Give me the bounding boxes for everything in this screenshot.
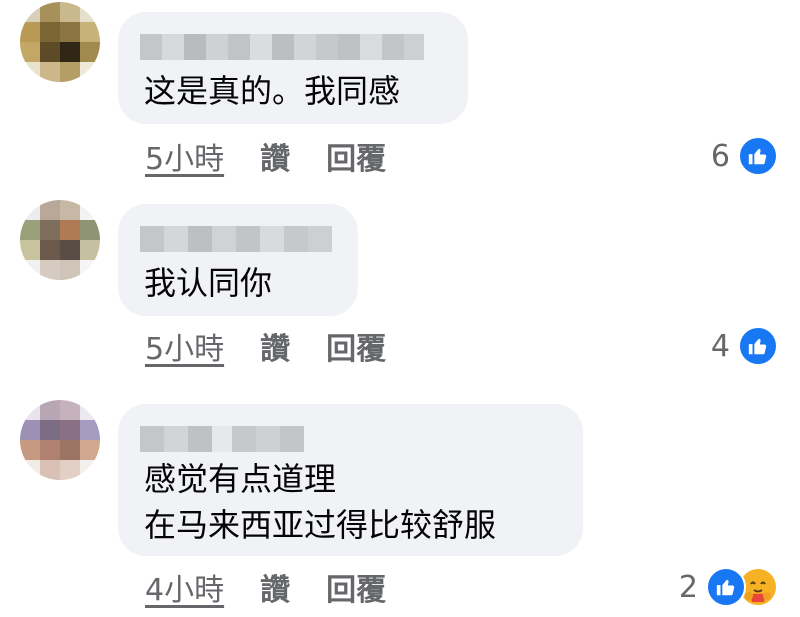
comment-actions: 5小時 讚 回覆 xyxy=(145,324,386,368)
like-icon xyxy=(738,326,778,366)
reply-button[interactable]: 回覆 xyxy=(326,134,386,178)
author-name[interactable] xyxy=(140,426,304,452)
comment-3: 感觉有点道理 在马来西亚过得比较舒服 4小時 讚 回覆 2 xyxy=(0,390,800,617)
timestamp-link[interactable]: 4小時 xyxy=(145,565,224,609)
reaction-summary[interactable]: 4 xyxy=(711,326,778,366)
comment-text: 感觉有点道理 在马来西亚过得比较舒服 xyxy=(144,460,497,544)
avatar[interactable] xyxy=(20,200,100,280)
comment-bubble: 感觉有点道理 在马来西亚过得比较舒服 xyxy=(118,404,583,556)
like-icon xyxy=(706,567,746,607)
like-button[interactable]: 讚 xyxy=(260,565,290,609)
comment-bubble: 这是真的。我同感 xyxy=(118,12,468,124)
reaction-summary[interactable]: 6 xyxy=(711,136,778,176)
reaction-count: 2 xyxy=(678,569,698,605)
avatar[interactable] xyxy=(20,2,100,82)
comment-1: 这是真的。我同感 5小時 讚 回覆 6 xyxy=(0,0,800,200)
like-button[interactable]: 讚 xyxy=(260,134,290,178)
like-icon xyxy=(738,136,778,176)
author-name[interactable] xyxy=(140,34,424,60)
comment-actions: 4小時 讚 回覆 xyxy=(145,565,386,609)
reaction-summary[interactable]: 2 xyxy=(679,567,778,607)
timestamp-link[interactable]: 5小時 xyxy=(145,324,224,368)
reply-button[interactable]: 回覆 xyxy=(326,324,386,368)
comment-actions: 5小時 讚 回覆 xyxy=(145,134,386,178)
avatar[interactable] xyxy=(20,400,100,480)
reply-button[interactable]: 回覆 xyxy=(326,565,386,609)
like-button[interactable]: 讚 xyxy=(260,324,290,368)
comment-bubble: 我认同你 xyxy=(118,204,358,316)
timestamp-link[interactable]: 5小時 xyxy=(145,134,224,178)
reaction-count: 6 xyxy=(710,138,730,174)
reaction-count: 4 xyxy=(710,328,730,364)
comment-text: 这是真的。我同感 xyxy=(144,72,401,110)
author-name[interactable] xyxy=(140,226,332,252)
comment-2: 我认同你 5小時 讚 回覆 4 xyxy=(0,200,800,390)
comment-text: 我认同你 xyxy=(144,264,273,302)
